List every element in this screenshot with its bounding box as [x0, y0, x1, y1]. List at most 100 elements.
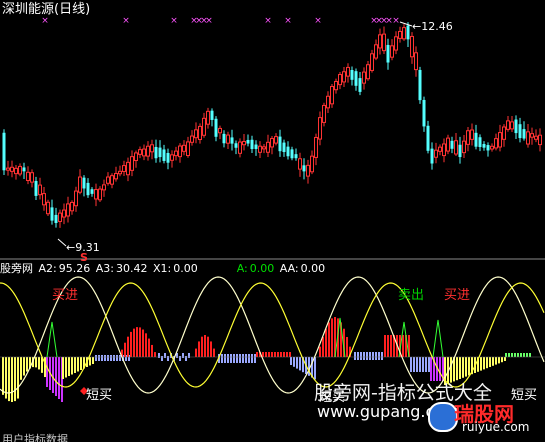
osc-bar-red: [256, 352, 258, 357]
candle-body-up: [14, 167, 18, 175]
field-a-label: A:: [236, 262, 248, 275]
candle-body-up: [438, 146, 442, 152]
osc-bar-blue: [372, 352, 374, 360]
candle-body-down: [290, 149, 294, 159]
osc-bar-green: [529, 353, 531, 357]
osc-bar-yellow: [489, 357, 491, 367]
osc-bar-yellow: [8, 357, 10, 402]
osc-bar-blue: [239, 354, 241, 363]
bottom-status-text: 用户指标数据: [2, 433, 68, 442]
osc-bar-blue: [296, 357, 298, 369]
osc-bar-purple: [46, 357, 48, 387]
candle-body-down: [418, 69, 422, 101]
candle-body-up: [498, 132, 502, 148]
osc-bar-yellow: [492, 357, 494, 366]
osc-bar-red: [210, 341, 212, 357]
candle-body-down: [222, 133, 226, 144]
osc-bar-yellow: [498, 357, 500, 364]
signal-marker: ×: [170, 16, 178, 26]
osc-bar-red: [201, 336, 203, 357]
candle-body-down: [34, 180, 38, 196]
osc-bar-yellow: [26, 357, 28, 372]
candle-body-up: [442, 143, 446, 157]
osc-bar-green: [511, 353, 513, 357]
candle-body-down: [350, 69, 354, 80]
osc-bar-yellow: [495, 357, 497, 365]
osc-bar-red: [204, 335, 206, 357]
osc-bar-yellow: [483, 357, 485, 370]
osc-bar-red: [322, 337, 324, 357]
osc-bar-red: [262, 352, 264, 357]
candle-body-up: [326, 95, 330, 109]
osc-bar-blue: [230, 354, 232, 363]
candle-body-up: [130, 156, 134, 171]
osc-bar-green: [514, 353, 516, 357]
candle-body-down: [430, 148, 434, 164]
candle-body-up: [70, 201, 74, 212]
candle-body-down: [282, 142, 286, 153]
osc-bar-blue: [419, 357, 421, 372]
osc-bar-red: [195, 348, 197, 357]
candle-body-up: [334, 80, 338, 91]
candle-body-up: [266, 141, 270, 153]
osc-bar-blue: [116, 355, 118, 361]
candle-body-up: [198, 125, 202, 141]
candle-body-up: [74, 190, 78, 207]
candle-body-up: [434, 149, 438, 158]
watermark-url: ruiyue.com: [462, 420, 530, 434]
osc-bar-red: [133, 328, 135, 357]
osc-bar-blue: [425, 357, 427, 372]
osc-bar-blue: [422, 357, 424, 372]
osc-bar-yellow: [14, 357, 16, 402]
osc-bar-blue: [248, 354, 250, 363]
candle-body-up: [26, 171, 30, 181]
candle-body-down: [2, 132, 6, 171]
candle-body-up: [62, 209, 66, 218]
osc-bar-blue: [233, 354, 235, 363]
candle-body-up: [378, 34, 382, 49]
candle-body-up: [202, 117, 206, 136]
spike-line: [46, 321, 58, 358]
candle-body-down: [286, 146, 290, 157]
candle-body-up: [382, 33, 386, 52]
candle-body-down: [86, 182, 90, 196]
candle-body-up: [374, 44, 378, 59]
candle-body-up: [110, 175, 114, 185]
candle-body-up: [330, 85, 334, 105]
osc-bar-red: [198, 341, 200, 357]
osc-bar-yellow: [480, 357, 482, 371]
short-buy-annotation-1: 短买: [86, 388, 113, 403]
osc-bar-red: [271, 352, 273, 357]
candle-body-up: [6, 167, 10, 171]
osc-bar-yellow: [77, 357, 79, 372]
osc-bar-blue: [354, 352, 356, 360]
candle-body-up: [370, 53, 374, 71]
osc-bar-red: [286, 352, 288, 357]
candle-body-up: [58, 212, 62, 222]
osc-bar-blue: [360, 352, 362, 360]
osc-bar-green: [520, 353, 522, 357]
candle-body-up: [402, 27, 406, 40]
osc-bar-blue: [416, 357, 418, 372]
osc-bar-blue: [95, 355, 97, 361]
osc-bar-yellow: [2, 357, 4, 395]
candle-body-up: [410, 35, 414, 58]
osc-bar-green: [523, 353, 525, 357]
candle-body-up: [346, 66, 350, 77]
candle-body-down: [90, 189, 94, 194]
osc-bar-yellow: [35, 357, 37, 368]
field-x1-value: 0.00: [173, 262, 198, 275]
osc-bar-blue: [107, 355, 109, 361]
candle-body-down: [358, 78, 362, 92]
plot-canvas[interactable]: × × × ×××× × × × ×××× ×: [0, 0, 545, 442]
osc-bar-red: [145, 333, 147, 357]
candle-body-down: [250, 139, 254, 150]
signal-marker: ×: [41, 16, 49, 26]
osc-bar-red: [384, 335, 386, 357]
osc-bar-red: [331, 318, 333, 357]
osc-bar-blue: [357, 352, 359, 360]
osc-bar-blue: [251, 354, 253, 363]
osc-bar-blue: [242, 354, 244, 363]
signal-marker: ×: [284, 16, 292, 26]
candle-body-up: [270, 138, 274, 148]
